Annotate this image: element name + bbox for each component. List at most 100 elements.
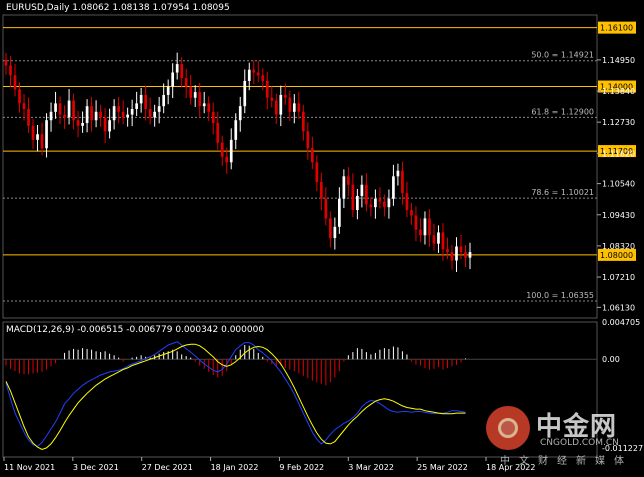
candle-body [22, 103, 26, 109]
candle-body [455, 246, 458, 261]
candle-body [207, 103, 211, 112]
symbol-label: EURUSD,Daily [6, 3, 70, 13]
candle-body [315, 162, 319, 182]
time-tick-label: 9 Feb 2022 [279, 463, 324, 472]
candle-body [256, 72, 260, 76]
candle-body [437, 232, 440, 244]
candle-body [220, 142, 224, 157]
macd-tick-label: 0.004705 [602, 318, 640, 327]
price-tick-label: 1.09430 [602, 211, 635, 220]
candle-body [342, 176, 346, 199]
candle-body [333, 226, 337, 239]
candle-body [90, 106, 93, 121]
candle-body [126, 114, 129, 118]
candle-body [441, 232, 445, 250]
candle-body [468, 252, 472, 258]
candle-body [144, 94, 148, 109]
candle-body [193, 92, 197, 98]
candle-body [31, 125, 35, 140]
candle-body [184, 78, 188, 87]
candle-body [328, 218, 332, 239]
candle-body [18, 89, 21, 104]
candle-body [374, 198, 377, 208]
candle-body [81, 123, 84, 126]
candle-body [63, 114, 66, 118]
candle-body [243, 80, 247, 107]
candle-body [414, 215, 418, 230]
candle-body [189, 86, 193, 98]
candle-body [288, 97, 292, 112]
price-tick-label: 1.06130 [602, 303, 635, 312]
candle-body [58, 103, 62, 115]
candle-body [153, 111, 157, 118]
candle-body [72, 100, 75, 121]
macd-tick-label: 0.00 [602, 355, 620, 364]
fib-label: 50.0 = 1.14921 [531, 51, 594, 60]
candle-body [157, 106, 161, 112]
candle-body [76, 120, 80, 126]
candle-body [103, 117, 107, 132]
price-tick-label: 1.14950 [602, 56, 635, 65]
candle-body [446, 249, 449, 253]
candle-body [229, 139, 233, 163]
macd-signal-line [5, 343, 466, 451]
candle-body [383, 201, 386, 208]
candle-body [432, 235, 436, 244]
candle-body [396, 170, 400, 177]
fibonacci-layer: 50.0 = 1.14921 61.8 = 1.12900 78.6 = 1.100… [3, 51, 597, 302]
candle-body [202, 103, 206, 107]
candle-body [9, 65, 12, 76]
candle-body [238, 106, 242, 121]
cngold-logo-icon [486, 406, 530, 450]
candle-body [360, 184, 364, 196]
time-tick-label: 25 Mar 2022 [417, 463, 468, 472]
time-tick-label: 3 Dec 2021 [73, 463, 119, 472]
watermark: 中金网 CNGOLD.COM.CN 中文财经新媒体 [486, 404, 644, 467]
candle-body [428, 218, 431, 236]
candle-body [310, 148, 314, 163]
fib-label: 100.0 = 1.06355 [526, 291, 594, 300]
price-tick-label: 1.11620 [602, 149, 635, 158]
candle-body [247, 69, 251, 81]
price-tick-label: 1.08320 [602, 242, 635, 251]
macd-header: MACD(12,26,9) -0.006515 -0.006779 0.0003… [6, 325, 265, 335]
fib-label: 61.8 = 1.12900 [531, 107, 594, 116]
candle-body [261, 75, 265, 81]
candle-body [423, 218, 427, 236]
candle-body [216, 123, 220, 143]
candle-body [234, 120, 238, 140]
candle-body [13, 75, 17, 90]
candle-body [198, 92, 202, 107]
ohlc-label: 1.08062 1.08138 1.07954 1.08095 [72, 3, 230, 13]
candle-body [175, 64, 179, 73]
chart-header: EURUSD,Daily 1.08062 1.08138 1.07954 1.0… [6, 3, 230, 13]
candle-body [40, 134, 44, 149]
price-tick-label: 1.07210 [602, 273, 635, 282]
candle-body [365, 184, 368, 205]
candle-body [36, 134, 39, 140]
candle-body [99, 111, 102, 118]
candle-body [283, 94, 287, 98]
price-tick-label: 1.12730 [602, 118, 635, 127]
candle-body [306, 131, 310, 149]
time-tick-label: 3 Mar 2022 [348, 463, 394, 472]
candle-body [45, 120, 48, 149]
fib-label: 78.6 = 1.10021 [531, 188, 594, 197]
candle-body [4, 59, 8, 66]
candle-body [351, 184, 355, 210]
candle-body [387, 198, 391, 208]
candle-body [347, 176, 350, 185]
candle-body [171, 72, 175, 87]
watermark-url: CNGOLD.COM.CN [540, 438, 619, 448]
candles-layer [4, 52, 472, 272]
level-label: 1.08000 [600, 251, 633, 260]
candle-body [180, 64, 184, 79]
level-label: 1.16100 [600, 24, 633, 33]
candle-body [94, 111, 98, 121]
candle-body [54, 103, 57, 112]
candle-body [211, 111, 215, 124]
time-tick-label: 11 Nov 2021 [4, 463, 55, 472]
candle-body [148, 108, 152, 118]
candle-body [301, 111, 305, 132]
candle-body [252, 69, 256, 73]
